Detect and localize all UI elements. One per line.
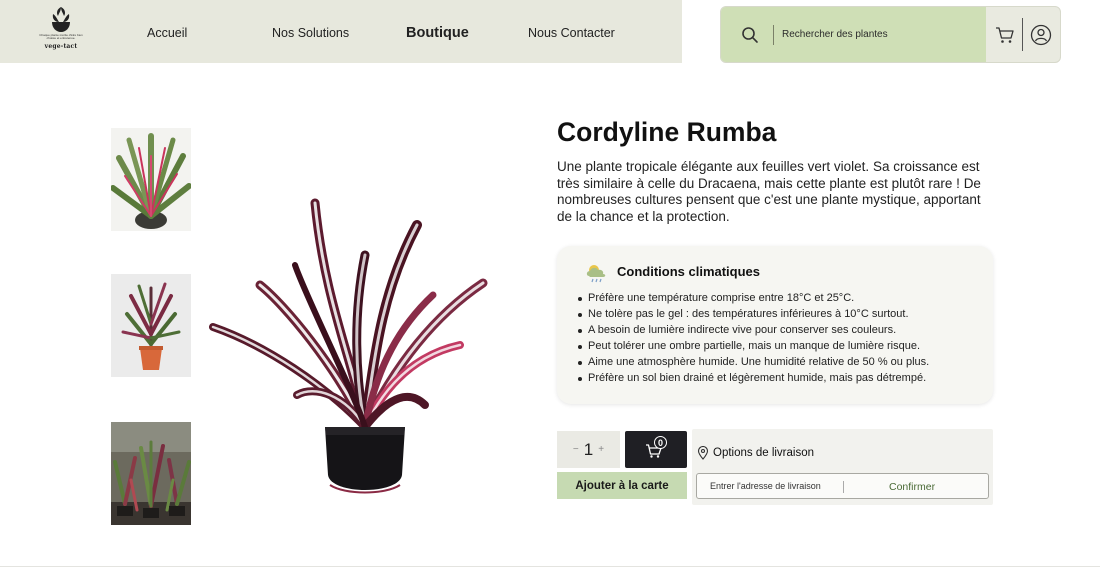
climate-item: Peut tolérer une ombre partielle, mais u… — [577, 338, 929, 354]
climate-item: A besoin de lumière indirecte vive pour … — [577, 322, 929, 338]
delivery-address-input[interactable] — [710, 481, 835, 491]
search-icon[interactable] — [741, 26, 759, 44]
user-icon[interactable] — [1030, 24, 1052, 46]
climate-item: Préfère un sol bien drainé et légèrement… — [577, 370, 929, 386]
nav-item-nous-contacter[interactable]: Nous Contacter — [528, 26, 615, 40]
weather-cloud-rain-icon — [586, 265, 606, 283]
search-bar — [721, 7, 986, 62]
logo-plant-icon — [52, 7, 70, 32]
logo-name: vege-tact — [44, 43, 78, 51]
header-actions — [720, 6, 1061, 63]
nav-item-boutique[interactable]: Boutique — [406, 25, 469, 41]
delivery-options-title: Options de livraison — [713, 447, 814, 459]
add-to-cart-icon-button[interactable]: 0 — [625, 431, 687, 468]
main-product-image — [209, 198, 488, 494]
search-input[interactable] — [782, 29, 982, 40]
climate-list: Préfère une température comprise entre 1… — [577, 290, 929, 387]
page-divider — [0, 566, 1100, 567]
climate-title: Conditions climatiques — [617, 264, 761, 279]
delivery-address-field: Confirmer — [696, 473, 989, 499]
climate-item: Aime une atmosphère humide. Une humidité… — [577, 354, 929, 370]
field-divider — [843, 481, 844, 493]
quantity-stepper: − 1 + — [557, 431, 620, 468]
add-to-cart-button[interactable]: Ajouter à la carte — [557, 472, 687, 499]
search-divider — [773, 24, 774, 45]
cart-count-badge: 0 — [654, 436, 667, 449]
location-pin-icon — [697, 446, 709, 460]
quantity-value[interactable]: 1 — [584, 440, 593, 460]
climate-item: Préfère une température comprise entre 1… — [577, 290, 929, 306]
header-divider — [1022, 18, 1023, 51]
climate-conditions-card: Conditions climatiques Préfère une tempé… — [557, 246, 993, 404]
quantity-increment-button[interactable]: + — [598, 444, 604, 455]
plant-closeup-image — [111, 128, 191, 231]
logo[interactable]: Chaque plante mérite d'être bien choisie… — [36, 5, 86, 57]
confirm-button[interactable]: Confirmer — [889, 481, 935, 493]
nav-item-nos-solutions[interactable]: Nos Solutions — [272, 26, 349, 40]
top-navbar: Chaque plante mérite d'être bien choisie… — [0, 0, 682, 63]
climate-item: Ne tolère pas le gel : des températures … — [577, 306, 929, 322]
product-description: Une plante tropicale élégante aux feuill… — [557, 159, 981, 224]
delivery-options-card: Options de livraison Confirmer — [692, 429, 993, 505]
logo-tagline: Chaque plante mérite d'être bien choisie… — [39, 33, 83, 41]
thumbnail-closeup[interactable] — [111, 128, 191, 231]
nav-item-accueil[interactable]: Accueil — [147, 26, 187, 40]
thumbnail-greenhouse[interactable] — [111, 422, 191, 525]
quantity-decrement-button[interactable]: − — [573, 444, 579, 455]
plant-orange-pot-image — [111, 274, 191, 377]
product-page: Chaque plante mérite d'être bien choisie… — [0, 0, 1100, 569]
cart-icon[interactable] — [995, 25, 1015, 45]
plant-greenhouse-image — [111, 422, 191, 525]
thumbnail-orange-pot[interactable] — [111, 274, 191, 377]
product-title: Cordyline Rumba — [557, 117, 777, 147]
